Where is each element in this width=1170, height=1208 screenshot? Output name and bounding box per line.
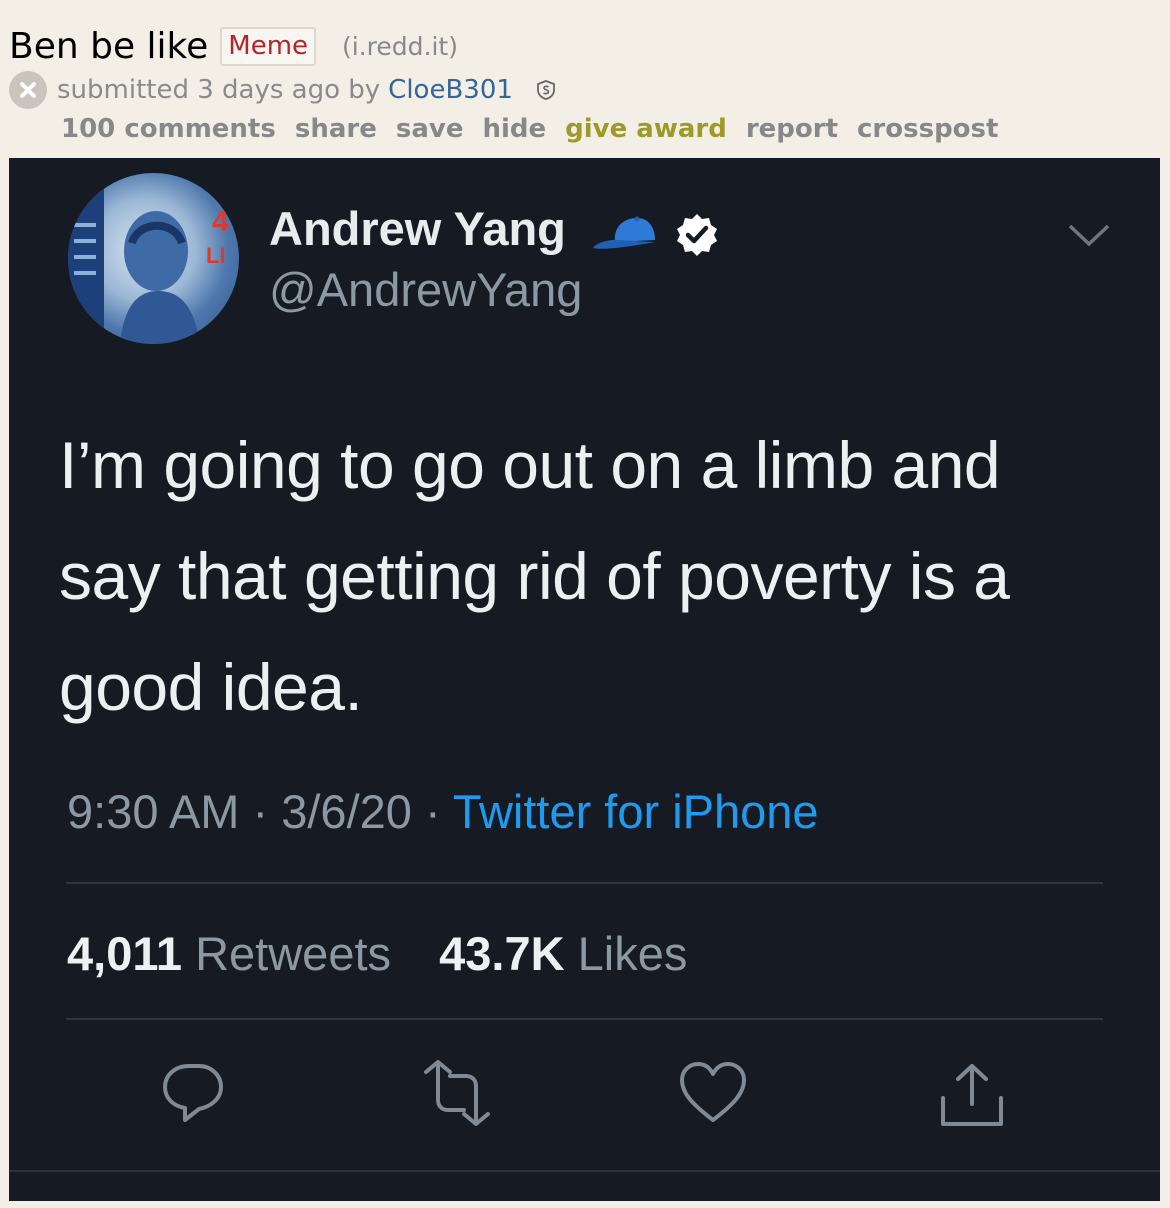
stats-row: 4,011 Retweets 43.7K Likes (67, 926, 687, 981)
likes-label[interactable]: Likes (578, 927, 688, 980)
tweet-time: 9:30 AM (67, 785, 240, 838)
comments-link[interactable]: 100 comments (61, 114, 276, 144)
handle[interactable]: @AndrewYang (269, 262, 582, 317)
divider (66, 1018, 1103, 1020)
divider (66, 882, 1103, 884)
submitted-text: submitted 3 days ago by (57, 75, 381, 105)
post-title[interactable]: Ben be like (9, 26, 208, 67)
likes-count[interactable]: 43.7K (439, 927, 564, 980)
chevron-down-icon[interactable] (1066, 220, 1112, 254)
tweet-text: I’m going to go out on a limb and say th… (59, 410, 1119, 743)
give-award-link[interactable]: give award (565, 114, 727, 144)
avatar-text: 4 (212, 205, 229, 238)
tweet-image[interactable]: 4 LI Andrew Yang @AndrewYang I’m going t… (9, 158, 1160, 1201)
post-flair[interactable]: Meme (220, 26, 317, 66)
tweet-line: say that getting rid of poverty is a (59, 539, 1010, 613)
divider (9, 1170, 1160, 1172)
post-domain[interactable]: (i.redd.it) (342, 32, 458, 61)
share-icon[interactable] (937, 1060, 1007, 1134)
mod-shield-icon[interactable] (535, 79, 557, 101)
retweets-count[interactable]: 4,011 (67, 927, 182, 980)
retweets-label[interactable]: Retweets (195, 927, 391, 980)
like-icon[interactable] (678, 1060, 748, 1130)
cap-icon (591, 216, 661, 256)
post-title-row: Ben be like Meme (i.redd.it) (9, 24, 458, 68)
display-name[interactable]: Andrew Yang (269, 201, 566, 256)
timestamp-row: 9:30 AM · 3/6/20 · Twitter for iPhone (67, 784, 819, 839)
report-link[interactable]: report (746, 114, 838, 144)
separator: · (239, 785, 282, 838)
share-link[interactable]: share (295, 114, 377, 144)
verified-icon (674, 212, 720, 262)
tweet-line: I’m going to go out on a limb and (59, 428, 1001, 502)
svg-text:LI: LI (206, 243, 226, 268)
avatar: 4 LI (68, 173, 239, 344)
post-meta: submitted 3 days ago by CloeB301 (9, 71, 557, 109)
remove-icon[interactable] (9, 71, 47, 109)
retweet-icon[interactable] (412, 1060, 502, 1130)
author-link[interactable]: CloeB301 (388, 75, 513, 105)
post-actions: 100 comments share save hide give award … (61, 110, 1017, 148)
tweet-date: 3/6/20 (281, 785, 412, 838)
separator: · (411, 785, 453, 838)
tweet-source[interactable]: Twitter for iPhone (453, 785, 819, 838)
tweet-line: good idea. (59, 650, 363, 724)
crosspost-link[interactable]: crosspost (857, 114, 998, 144)
hide-link[interactable]: hide (482, 114, 546, 144)
save-link[interactable]: save (396, 114, 464, 144)
reply-icon[interactable] (161, 1060, 227, 1130)
